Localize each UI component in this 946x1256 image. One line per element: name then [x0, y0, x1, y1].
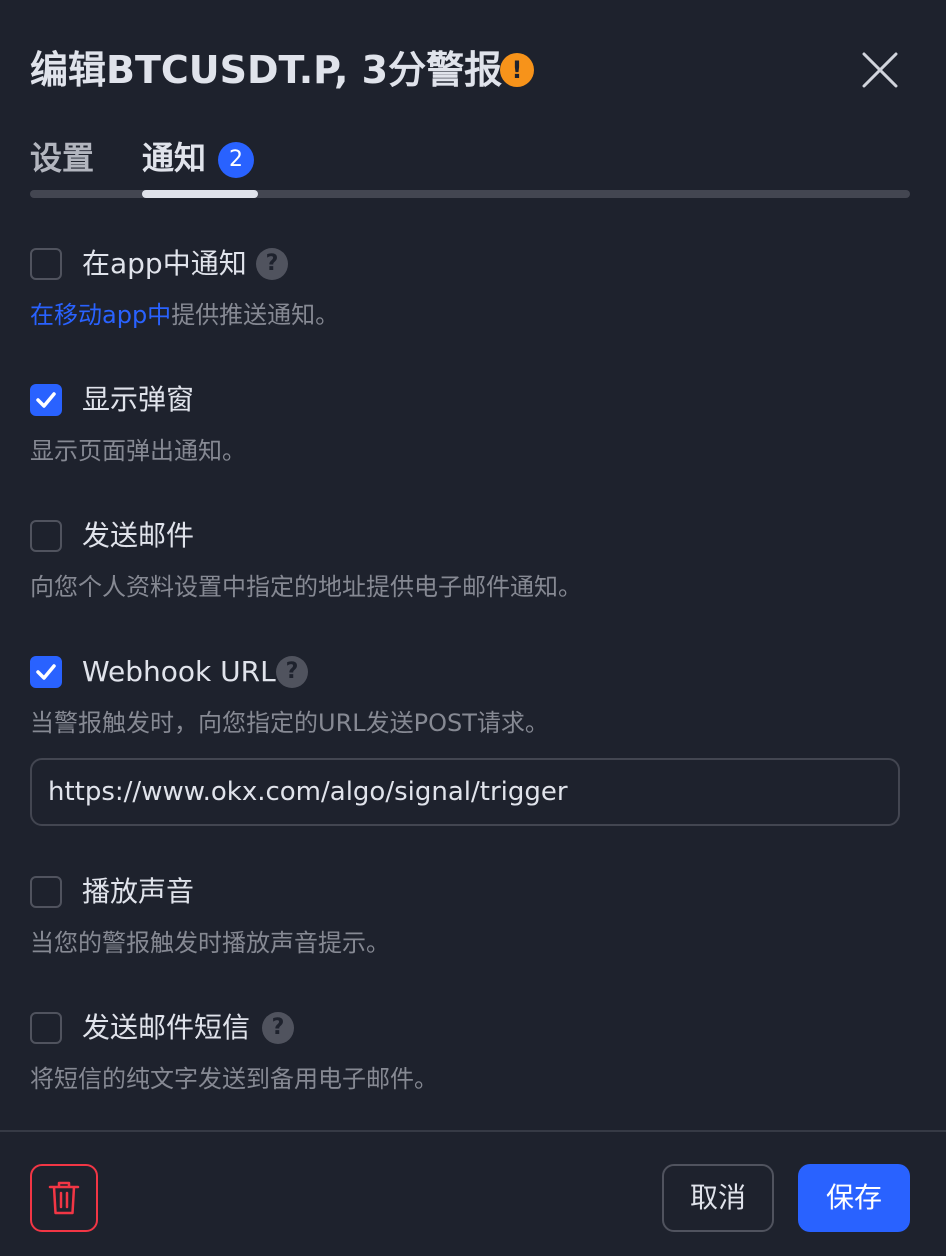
help-icon[interactable]: ? [256, 248, 288, 280]
exclamation-circle-icon: ! [500, 53, 534, 87]
cancel-button[interactable]: 取消 [662, 1164, 774, 1232]
footer-divider [0, 1130, 946, 1132]
play-sound-label: 播放声音 [82, 875, 195, 908]
tab-notifications[interactable]: 通知 [142, 132, 206, 184]
option-send-email-sms: 发送邮件短信 ? 将短信的纯文字发送到备用电子邮件。 [30, 1010, 910, 1093]
show-popup-label: 显示弹窗 [82, 383, 195, 416]
tab-active-indicator [142, 190, 258, 198]
trash-icon [48, 1181, 80, 1215]
webhook-url-checkbox[interactable] [30, 656, 62, 688]
webhook-url-description: 当警报触发时，向您指定的URL发送POST请求。 [30, 709, 549, 737]
send-email-sms-label: 发送邮件短信 [82, 1011, 251, 1044]
checkmark-icon [36, 664, 56, 680]
close-icon[interactable] [860, 50, 900, 90]
app-notification-label: 在app中通知 [82, 247, 247, 280]
show-popup-checkbox[interactable] [30, 384, 62, 416]
play-sound-description: 当您的警报触发时播放声音提示。 [30, 929, 390, 957]
play-sound-checkbox[interactable] [30, 876, 62, 908]
app-notification-description-text: 提供推送通知。 [171, 301, 340, 329]
help-icon[interactable]: ? [262, 1012, 294, 1044]
delete-button[interactable] [30, 1164, 98, 1232]
checkmark-icon [36, 392, 56, 408]
option-webhook-url: Webhook URL ? 当警报触发时，向您指定的URL发送POST请求。 [30, 654, 910, 737]
dialog-header: 编辑BTCUSDT.P, 3分警报 ! [30, 40, 910, 100]
save-button[interactable]: 保存 [798, 1164, 910, 1232]
tab-settings[interactable]: 设置 [30, 132, 94, 184]
mobile-app-link[interactable]: 在移动app中 [30, 301, 171, 329]
help-icon[interactable]: ? [276, 656, 308, 688]
webhook-url-input[interactable] [30, 758, 900, 826]
send-email-sms-description: 将短信的纯文字发送到备用电子邮件。 [30, 1065, 438, 1093]
app-notification-checkbox[interactable] [30, 248, 62, 280]
option-play-sound: 播放声音 当您的警报触发时播放声音提示。 [30, 874, 910, 957]
tab-notifications-count-badge: 2 [218, 142, 254, 178]
show-popup-description: 显示页面弹出通知。 [30, 437, 246, 465]
webhook-url-label: Webhook URL [82, 655, 276, 688]
option-send-email: 发送邮件 向您个人资料设置中指定的地址提供电子邮件通知。 [30, 518, 910, 601]
dialog-title: 编辑BTCUSDT.P, 3分警报 [30, 48, 503, 92]
send-email-description: 向您个人资料设置中指定的地址提供电子邮件通知。 [30, 573, 582, 601]
app-notification-description: 在移动app中提供推送通知。 [30, 298, 339, 332]
send-email-checkbox[interactable] [30, 520, 62, 552]
send-email-sms-checkbox[interactable] [30, 1012, 62, 1044]
option-show-popup: 显示弹窗 显示页面弹出通知。 [30, 382, 910, 465]
option-app-notification: 在app中通知 ? 在移动app中提供推送通知。 [30, 246, 910, 329]
send-email-label: 发送邮件 [82, 519, 195, 552]
tab-bar: 设置 通知 2 [30, 132, 910, 198]
